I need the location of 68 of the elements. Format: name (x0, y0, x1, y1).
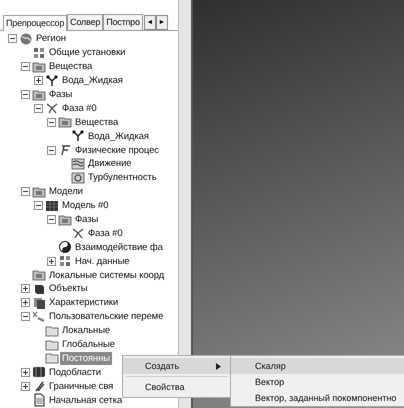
collapse-icon[interactable] (21, 187, 30, 196)
collapse-icon[interactable] (47, 146, 56, 155)
collapse-icon[interactable] (21, 312, 30, 322)
folder-icon (32, 88, 46, 102)
tree-item[interactable]: Подобласти (47, 366, 103, 379)
folder-icon (32, 60, 46, 74)
tree-item[interactable]: Общие установки (47, 46, 128, 60)
expand-icon[interactable] (21, 368, 30, 377)
tab[interactable]: Постпро (103, 14, 143, 30)
collapse-icon[interactable] (47, 118, 56, 127)
menu-item[interactable]: Свойства (123, 379, 231, 395)
folder-icon (45, 338, 59, 352)
collapse-icon[interactable] (21, 62, 30, 72)
tree-item[interactable]: Модели (47, 185, 85, 198)
collapse-icon[interactable] (34, 104, 43, 113)
block-icon (32, 365, 46, 380)
tree-item[interactable]: Взаимодействие фа (73, 240, 165, 254)
expand-icon[interactable] (47, 256, 56, 266)
tree-item[interactable]: Фаза #0 (60, 102, 99, 115)
tree-item[interactable]: Движение (86, 157, 134, 170)
menu-item[interactable]: Скаляр (231, 358, 404, 374)
expand-icon[interactable] (21, 284, 30, 294)
pages-icon (32, 296, 46, 310)
tree-item[interactable]: Граничные свя (47, 380, 116, 393)
tab[interactable]: Препроцессор (3, 15, 68, 31)
folder-icon (32, 184, 46, 199)
tree-item[interactable]: Вещества (47, 60, 94, 74)
folder-icon (58, 212, 72, 227)
tree-item[interactable]: Фаза #0 (86, 226, 125, 240)
menu-item[interactable]: Создать (123, 358, 231, 374)
expand-icon[interactable] (21, 382, 30, 391)
tree-item[interactable]: Характеристики (47, 296, 120, 310)
expand-icon[interactable] (34, 76, 43, 86)
tree-item[interactable]: Локальные (60, 324, 112, 338)
waves-icon (71, 156, 85, 171)
grid-icon (32, 46, 46, 60)
tree-item[interactable]: Фазы (47, 88, 74, 101)
yin-yang-icon (58, 240, 72, 254)
grid-icon (45, 198, 59, 213)
folder-icon (58, 115, 72, 130)
menu-item[interactable]: Вектор (231, 374, 404, 390)
collapse-icon[interactable] (8, 34, 17, 44)
tree-item[interactable]: Нач. данные (73, 254, 132, 268)
tree-item[interactable]: Вещества (73, 116, 120, 129)
folder-icon (45, 324, 59, 338)
tree-item[interactable]: Объекты (47, 282, 90, 296)
tree-item[interactable]: Вода_Жидкая (86, 130, 151, 143)
expand-icon[interactable] (21, 298, 30, 308)
tree-item[interactable]: Модель #0 (60, 199, 110, 212)
tree-item[interactable]: Постоянны (60, 352, 112, 365)
tree-item[interactable]: Пользовательские переме (47, 310, 166, 324)
tree-item[interactable]: Вода_Жидкая (60, 74, 125, 88)
tree-item[interactable]: Начальная сетка (47, 394, 124, 407)
menu-item[interactable]: Вектор, заданный покомпонентно (231, 390, 404, 406)
tree-item[interactable]: Локальные системы коорд (47, 268, 166, 282)
page-icon (32, 393, 46, 408)
tree-item[interactable]: Физические процес (73, 144, 161, 157)
tree-item[interactable]: Турбулентность (86, 171, 159, 184)
tree-item[interactable]: Глобальные (60, 338, 117, 352)
collapse-icon[interactable] (47, 215, 56, 224)
tab[interactable]: Солвер (67, 14, 104, 30)
globe-icon (19, 32, 33, 46)
collapse-icon[interactable] (21, 90, 30, 99)
tree-item[interactable]: Регион (34, 32, 68, 46)
tree-item[interactable]: Фазы (73, 213, 100, 226)
folder-icon (32, 268, 46, 282)
collapse-icon[interactable] (34, 201, 43, 210)
grid-icon (58, 254, 72, 268)
